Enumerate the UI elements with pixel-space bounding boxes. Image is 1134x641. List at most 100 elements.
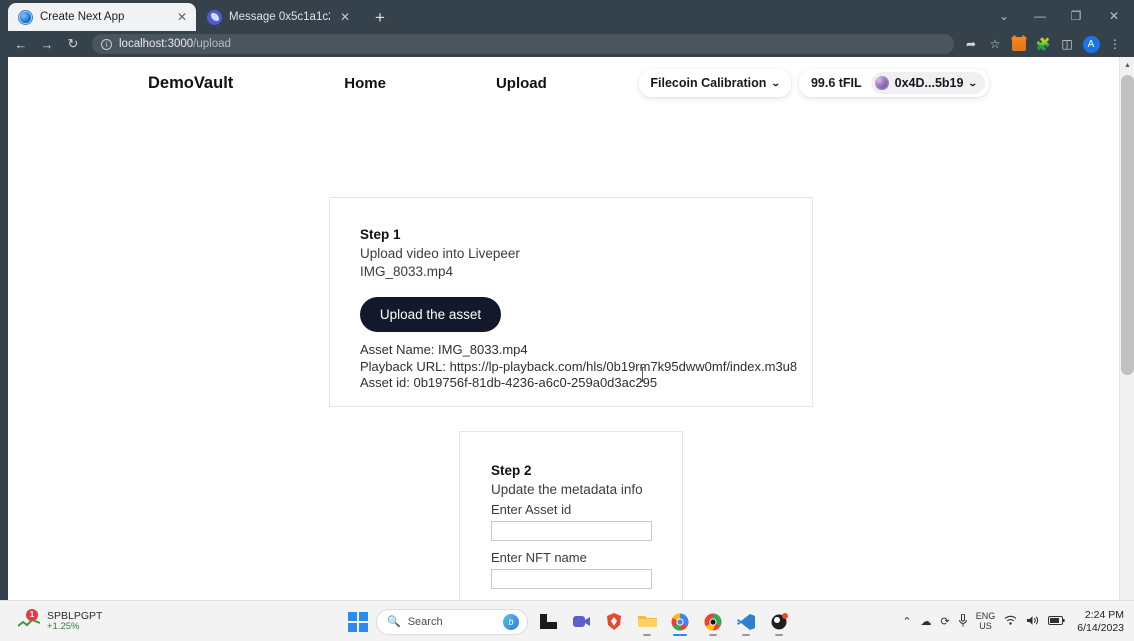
search-placeholder: Search [407,615,443,628]
start-icon[interactable] [347,611,369,633]
chevron-down-icon: ⌄ [771,77,782,88]
step2-title: Step 2 [491,463,532,478]
url-host: localhost:3000 [119,38,194,50]
browser-tab-metamask-message[interactable]: Message 0x5c1a1c2d176b644e2 ✕ [197,3,359,31]
file-explorer-icon[interactable] [634,608,660,636]
network-selector[interactable]: Filecoin Calibration ⌄ [639,69,791,97]
search-icon: 🔍 [387,616,401,628]
extensions-puzzle-icon[interactable]: 🧩 [1032,33,1054,55]
side-panel-icon[interactable]: ◫ [1056,33,1078,55]
app-header: DemoVault Home Upload Filecoin Calibrati… [8,57,1119,109]
scroll-up-icon[interactable]: ▲ [1120,57,1134,73]
new-tab-button[interactable]: + [367,4,393,30]
profile-avatar-icon[interactable]: A [1080,33,1102,55]
maximize-icon[interactable]: ❐ [1058,0,1094,31]
windows-taskbar: 1 SPBLPGPT +1.25% 🔍 Search b ⌃ ☁ ⟳ ENG U… [0,600,1134,641]
brave-icon[interactable] [601,608,627,636]
sync-icon[interactable]: ⟳ [941,615,950,628]
window-controls: ⌄ — ❐ ✕ [986,0,1134,31]
wallet-area: Filecoin Calibration ⌄ 99.6 tFIL 0x4D...… [639,69,989,97]
url-path: /upload [193,38,231,50]
close-icon[interactable]: ✕ [337,9,353,25]
stock-chart-icon: 1 [18,608,40,630]
asset-name-line: Asset Name: IMG_8033.mp4 [360,342,528,357]
next-app-favicon [18,9,33,25]
notification-badge: 1 [26,608,38,621]
taskbar-apps: 🔍 Search b [347,601,792,641]
language-indicator[interactable]: ENG US [976,611,996,631]
nav-link-upload[interactable]: Upload [496,75,547,92]
clock[interactable]: 2:24 PM 6/14/2023 [1077,609,1124,633]
step1-subtitle: Upload video into Livepeer [360,246,520,261]
address-bar[interactable]: i localhost:3000/upload [92,34,954,54]
forward-icon[interactable]: → [34,32,60,56]
close-icon[interactable]: ✕ [174,9,190,25]
account-chip[interactable]: 99.6 tFIL 0x4D...5b19 ⌄ [798,69,989,97]
teams-icon[interactable] [568,608,594,636]
upload-the-asset-button[interactable]: Upload the asset [360,297,501,332]
terminal-icon[interactable] [535,608,561,636]
screen: Create Next App ✕ Message 0x5c1a1c2d176b… [0,0,1134,641]
battery-icon[interactable] [1048,615,1065,628]
vscode-icon[interactable] [733,608,759,636]
taskbar-stock-widget[interactable]: 1 SPBLPGPT +1.25% [18,608,103,633]
microphone-icon[interactable] [958,613,967,630]
obs-icon[interactable] [766,608,792,636]
chevron-down-icon: ⌄ [968,77,979,88]
asset-id-line: Asset id: 0b19756f-81db-4236-a6c0-259a0d… [360,375,658,390]
close-window-icon[interactable]: ✕ [1094,0,1134,31]
browser-window: Create Next App ✕ Message 0x5c1a1c2d176b… [0,0,1134,600]
nav-link-home[interactable]: Home [344,75,386,92]
minimize-icon[interactable]: — [1022,0,1058,31]
chrome-beta-icon[interactable] [700,608,726,636]
text-cursor [640,367,645,382]
step1-filename: IMG_8033.mp4 [360,264,454,279]
back-icon[interactable]: ← [8,32,34,56]
account-pill[interactable]: 0x4D...5b19 ⌄ [870,72,985,94]
browser-toolbar: ← → ↻ i localhost:3000/upload ➦ ☆ 🧩 ◫ A … [0,31,1134,57]
share-icon[interactable]: ➦ [960,33,982,55]
clock-date: 6/14/2023 [1077,621,1124,634]
app-nav: Home Upload [233,75,547,92]
stock-change: +1.25% [47,620,80,632]
copilot-icon[interactable]: b [503,613,519,630]
wallet-balance: 99.6 tFIL [810,76,862,90]
step2-subtitle: Update the metadata info [491,482,643,497]
browser-tabstrip: Create Next App ✕ Message 0x5c1a1c2d176b… [0,0,1134,31]
asset-id-input[interactable] [491,521,652,541]
step1-asset-info: Asset Name: IMG_8033.mp4 Playback URL: h… [360,342,812,392]
site-info-icon[interactable]: i [101,38,112,50]
onedrive-icon[interactable]: ☁ [921,615,932,628]
wallet-address: 0x4D...5b19 [894,76,964,90]
network-label: Filecoin Calibration [650,76,767,90]
language-line2: US [979,620,992,631]
tab-search-icon[interactable]: ⌄ [986,0,1022,31]
chrome-icon[interactable] [667,608,693,636]
page-scrollbar[interactable]: ▲ [1119,57,1134,600]
chrome-menu-icon[interactable]: ⋮ [1104,33,1126,55]
tab-title: Create Next App [40,11,125,23]
scrollbar-thumb[interactable] [1121,75,1134,375]
address-bar-url: localhost:3000/upload [119,38,231,50]
taskbar-search[interactable]: 🔍 Search b [376,608,528,635]
app-brand[interactable]: DemoVault [148,74,233,93]
avatar [874,76,889,90]
wifi-icon[interactable] [1004,615,1017,628]
system-tray: ⌃ ☁ ⟳ ENG US 2:24 PM 6/14/2023 [902,601,1124,641]
clock-time: 2:24 PM [1084,609,1124,622]
stock-symbol: SPBLPGPT [47,609,103,622]
bookmark-star-icon[interactable]: ☆ [984,33,1006,55]
browser-tab-create-next-app[interactable]: Create Next App ✕ [8,3,196,31]
tray-overflow-icon[interactable]: ⌃ [902,615,911,628]
nft-name-label: Enter NFT name [491,550,587,565]
page-viewport: DemoVault Home Upload Filecoin Calibrati… [8,57,1134,600]
metamask-extension-icon[interactable] [1008,33,1030,55]
metamask-favicon [207,9,222,25]
nft-name-input[interactable] [491,569,652,589]
step1-card: Step 1 Upload video into Livepeer IMG_80… [329,197,813,407]
toolbar-icons: ➦ ☆ 🧩 ◫ A ⋮ [960,33,1126,55]
volume-icon[interactable] [1026,615,1039,629]
asset-id-label: Enter Asset id [491,502,572,517]
step1-title: Step 1 [360,227,401,242]
reload-icon[interactable]: ↻ [60,32,86,56]
